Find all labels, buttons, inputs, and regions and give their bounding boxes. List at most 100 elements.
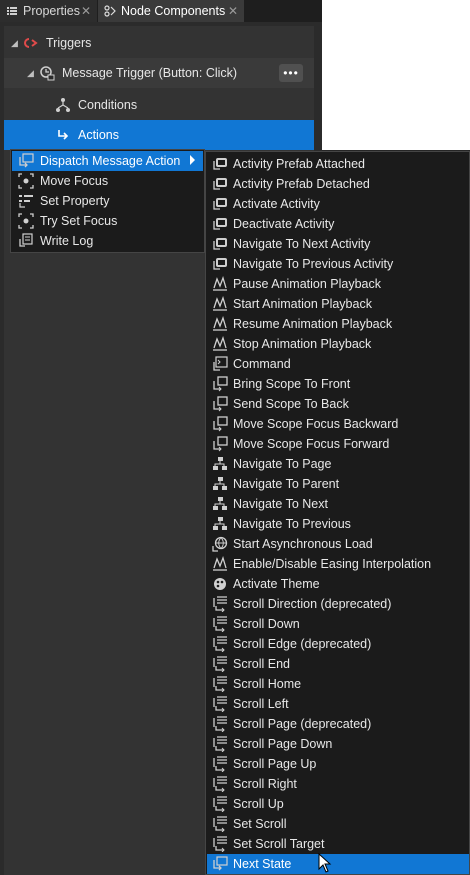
menu-item-label: Dispatch Message Action xyxy=(40,154,181,168)
submenu-item-deactivate-activity[interactable]: Deactivate Activity xyxy=(207,214,469,234)
submenu-item-scroll-page-up[interactable]: Scroll Page Up xyxy=(207,754,469,774)
submenu-item-label: Scroll Right xyxy=(233,777,297,791)
scope-icon xyxy=(213,436,228,452)
submenu-item-label: Set Scroll xyxy=(233,817,287,831)
tab-bar: Properties ✕ Node Components ✕ xyxy=(0,0,322,22)
submenu-item-label: Command xyxy=(233,357,291,371)
menu-item-set-property[interactable]: Set Property xyxy=(12,191,203,211)
submenu-item-scroll-edge-deprecated[interactable]: Scroll Edge (deprecated) xyxy=(207,634,469,654)
submenu-item-label: Pause Animation Playback xyxy=(233,277,382,291)
submenu-item-stop-animation-playback[interactable]: Stop Animation Playback xyxy=(207,334,469,354)
submenu-item-label: Activate Theme xyxy=(233,577,320,591)
submenu-item-activate-activity[interactable]: Activate Activity xyxy=(207,194,469,214)
scroll-icon xyxy=(213,836,227,852)
submenu-item-bring-scope-to-front[interactable]: Bring Scope To Front xyxy=(207,374,469,394)
submenu-item-scroll-left[interactable]: Scroll Left xyxy=(207,694,469,714)
submenu-item-resume-animation-playback[interactable]: Resume Animation Playback xyxy=(207,314,469,334)
submenu-item-activate-theme[interactable]: Activate Theme xyxy=(207,574,469,594)
submenu-item-label: Start Animation Playback xyxy=(233,297,372,311)
tree-item-label: Conditions xyxy=(78,98,138,112)
submenu-item-navigate-to-page[interactable]: Navigate To Page xyxy=(207,454,469,474)
submenu-item-scroll-right[interactable]: Scroll Right xyxy=(207,774,469,794)
tab-properties[interactable]: Properties ✕ xyxy=(0,0,97,22)
tree-item-conditions[interactable]: Conditions xyxy=(4,90,314,120)
submenu-item-label: Activate Activity xyxy=(233,197,320,211)
focus-icon xyxy=(18,213,34,229)
menu-item-try-set-focus[interactable]: Try Set Focus xyxy=(12,211,203,231)
navigation-icon xyxy=(213,517,227,530)
close-icon[interactable]: ✕ xyxy=(81,4,91,18)
actions-icon xyxy=(55,127,71,143)
submenu-item-label: Scroll Page (deprecated) xyxy=(233,717,372,731)
dispatch-icon xyxy=(213,856,228,871)
submenu-item-scroll-direction-deprecated[interactable]: Scroll Direction (deprecated) xyxy=(207,594,469,614)
tree-item-triggers[interactable]: ◢ Triggers xyxy=(4,28,314,58)
tab-node-components[interactable]: Node Components ✕ xyxy=(98,0,244,22)
menu-item-label: Move Focus xyxy=(40,174,109,188)
submenu-item-label: Next State xyxy=(233,857,292,871)
submenu-item-start-asynchronous-load[interactable]: Start Asynchronous Load xyxy=(207,534,469,554)
scroll-icon xyxy=(213,796,227,812)
submenu-item-set-scroll[interactable]: Set Scroll xyxy=(207,814,469,834)
submenu-item-navigate-to-previous-activity[interactable]: Navigate To Previous Activity xyxy=(207,254,469,274)
submenu-item-set-scroll-target[interactable]: Set Scroll Target xyxy=(207,834,469,854)
submenu-item-scroll-end[interactable]: Scroll End xyxy=(207,654,469,674)
tab-properties-label: Properties xyxy=(23,4,80,18)
submenu-item-label: Scroll Up xyxy=(233,797,284,811)
submenu-item-activity-prefab-detached[interactable]: Activity Prefab Detached xyxy=(207,174,469,194)
menu-item-dispatch-message-action[interactable]: Dispatch Message Action xyxy=(12,151,203,171)
collapse-arrow-icon[interactable]: ◢ xyxy=(27,68,39,79)
tree-item-label: Message Trigger (Button: Click) xyxy=(62,66,238,80)
animation-icon xyxy=(213,296,227,311)
scroll-icon xyxy=(213,636,227,652)
animation-icon xyxy=(213,336,227,351)
submenu-item-activity-prefab-attached[interactable]: Activity Prefab Attached xyxy=(207,154,469,174)
nodes-icon xyxy=(104,5,116,17)
submenu-item-label: Set Scroll Target xyxy=(233,837,325,851)
more-options-button[interactable]: ••• xyxy=(279,64,303,82)
submenu-item-label: Activity Prefab Detached xyxy=(233,177,370,191)
submenu-item-label: Scroll Page Down xyxy=(233,737,333,751)
navigation-icon xyxy=(213,477,227,490)
submenu-item-pause-animation-playback[interactable]: Pause Animation Playback xyxy=(207,274,469,294)
submenu-item-label: Navigate To Page xyxy=(233,457,332,471)
submenu-item-scroll-page-down[interactable]: Scroll Page Down xyxy=(207,734,469,754)
submenu-item-navigate-to-next-activity[interactable]: Navigate To Next Activity xyxy=(207,234,469,254)
scroll-icon xyxy=(213,676,227,692)
menu-item-label: Write Log xyxy=(40,234,94,248)
tree-item-actions[interactable]: Actions xyxy=(4,120,314,150)
menu-item-label: Try Set Focus xyxy=(40,214,118,228)
scroll-icon xyxy=(213,736,227,752)
close-icon[interactable]: ✕ xyxy=(228,4,238,18)
tree-item-message-trigger[interactable]: ◢ Message Trigger (Button: Click) ••• xyxy=(4,58,314,88)
submenu-item-command[interactable]: Command xyxy=(207,354,469,374)
submenu-item-scroll-up[interactable]: Scroll Up xyxy=(207,794,469,814)
scroll-icon xyxy=(213,816,227,832)
submenu-item-navigate-to-parent[interactable]: Navigate To Parent xyxy=(207,474,469,494)
theme-icon xyxy=(214,578,226,590)
command-icon xyxy=(213,356,228,371)
submenu-item-move-scope-focus-forward[interactable]: Move Scope Focus Forward xyxy=(207,434,469,454)
add-action-menu: Dispatch Message Action Move Focus Set Pro… xyxy=(10,149,205,253)
message-trigger-icon xyxy=(39,65,55,81)
submenu-item-label: Navigate To Previous Activity xyxy=(233,257,394,271)
submenu-item-navigate-to-next[interactable]: Navigate To Next xyxy=(207,494,469,514)
submenu-item-enable-disable-easing-interpolation[interactable]: Enable/Disable Easing Interpolation xyxy=(207,554,469,574)
menu-item-move-focus[interactable]: Move Focus xyxy=(12,171,203,191)
submenu-item-label: Navigate To Parent xyxy=(233,477,340,491)
submenu-item-next-state[interactable]: Next State xyxy=(207,854,469,874)
submenu-item-scroll-page-deprecated[interactable]: Scroll Page (deprecated) xyxy=(207,714,469,734)
submenu-item-scroll-down[interactable]: Scroll Down xyxy=(207,614,469,634)
submenu-item-navigate-to-previous[interactable]: Navigate To Previous xyxy=(207,514,469,534)
submenu-item-start-animation-playback[interactable]: Start Animation Playback xyxy=(207,294,469,314)
scroll-icon xyxy=(213,776,227,792)
submenu-item-label: Stop Animation Playback xyxy=(233,337,372,351)
collapse-arrow-icon[interactable]: ◢ xyxy=(11,38,23,49)
submenu-item-label: Navigate To Next xyxy=(233,497,328,511)
submenu-item-send-scope-to-back[interactable]: Send Scope To Back xyxy=(207,394,469,414)
menu-item-write-log[interactable]: Write Log xyxy=(12,231,203,251)
submenu-item-scroll-home[interactable]: Scroll Home xyxy=(207,674,469,694)
tree-item-label: Triggers xyxy=(46,36,92,50)
submenu-item-label: Start Asynchronous Load xyxy=(233,537,373,551)
submenu-item-move-scope-focus-backward[interactable]: Move Scope Focus Backward xyxy=(207,414,469,434)
